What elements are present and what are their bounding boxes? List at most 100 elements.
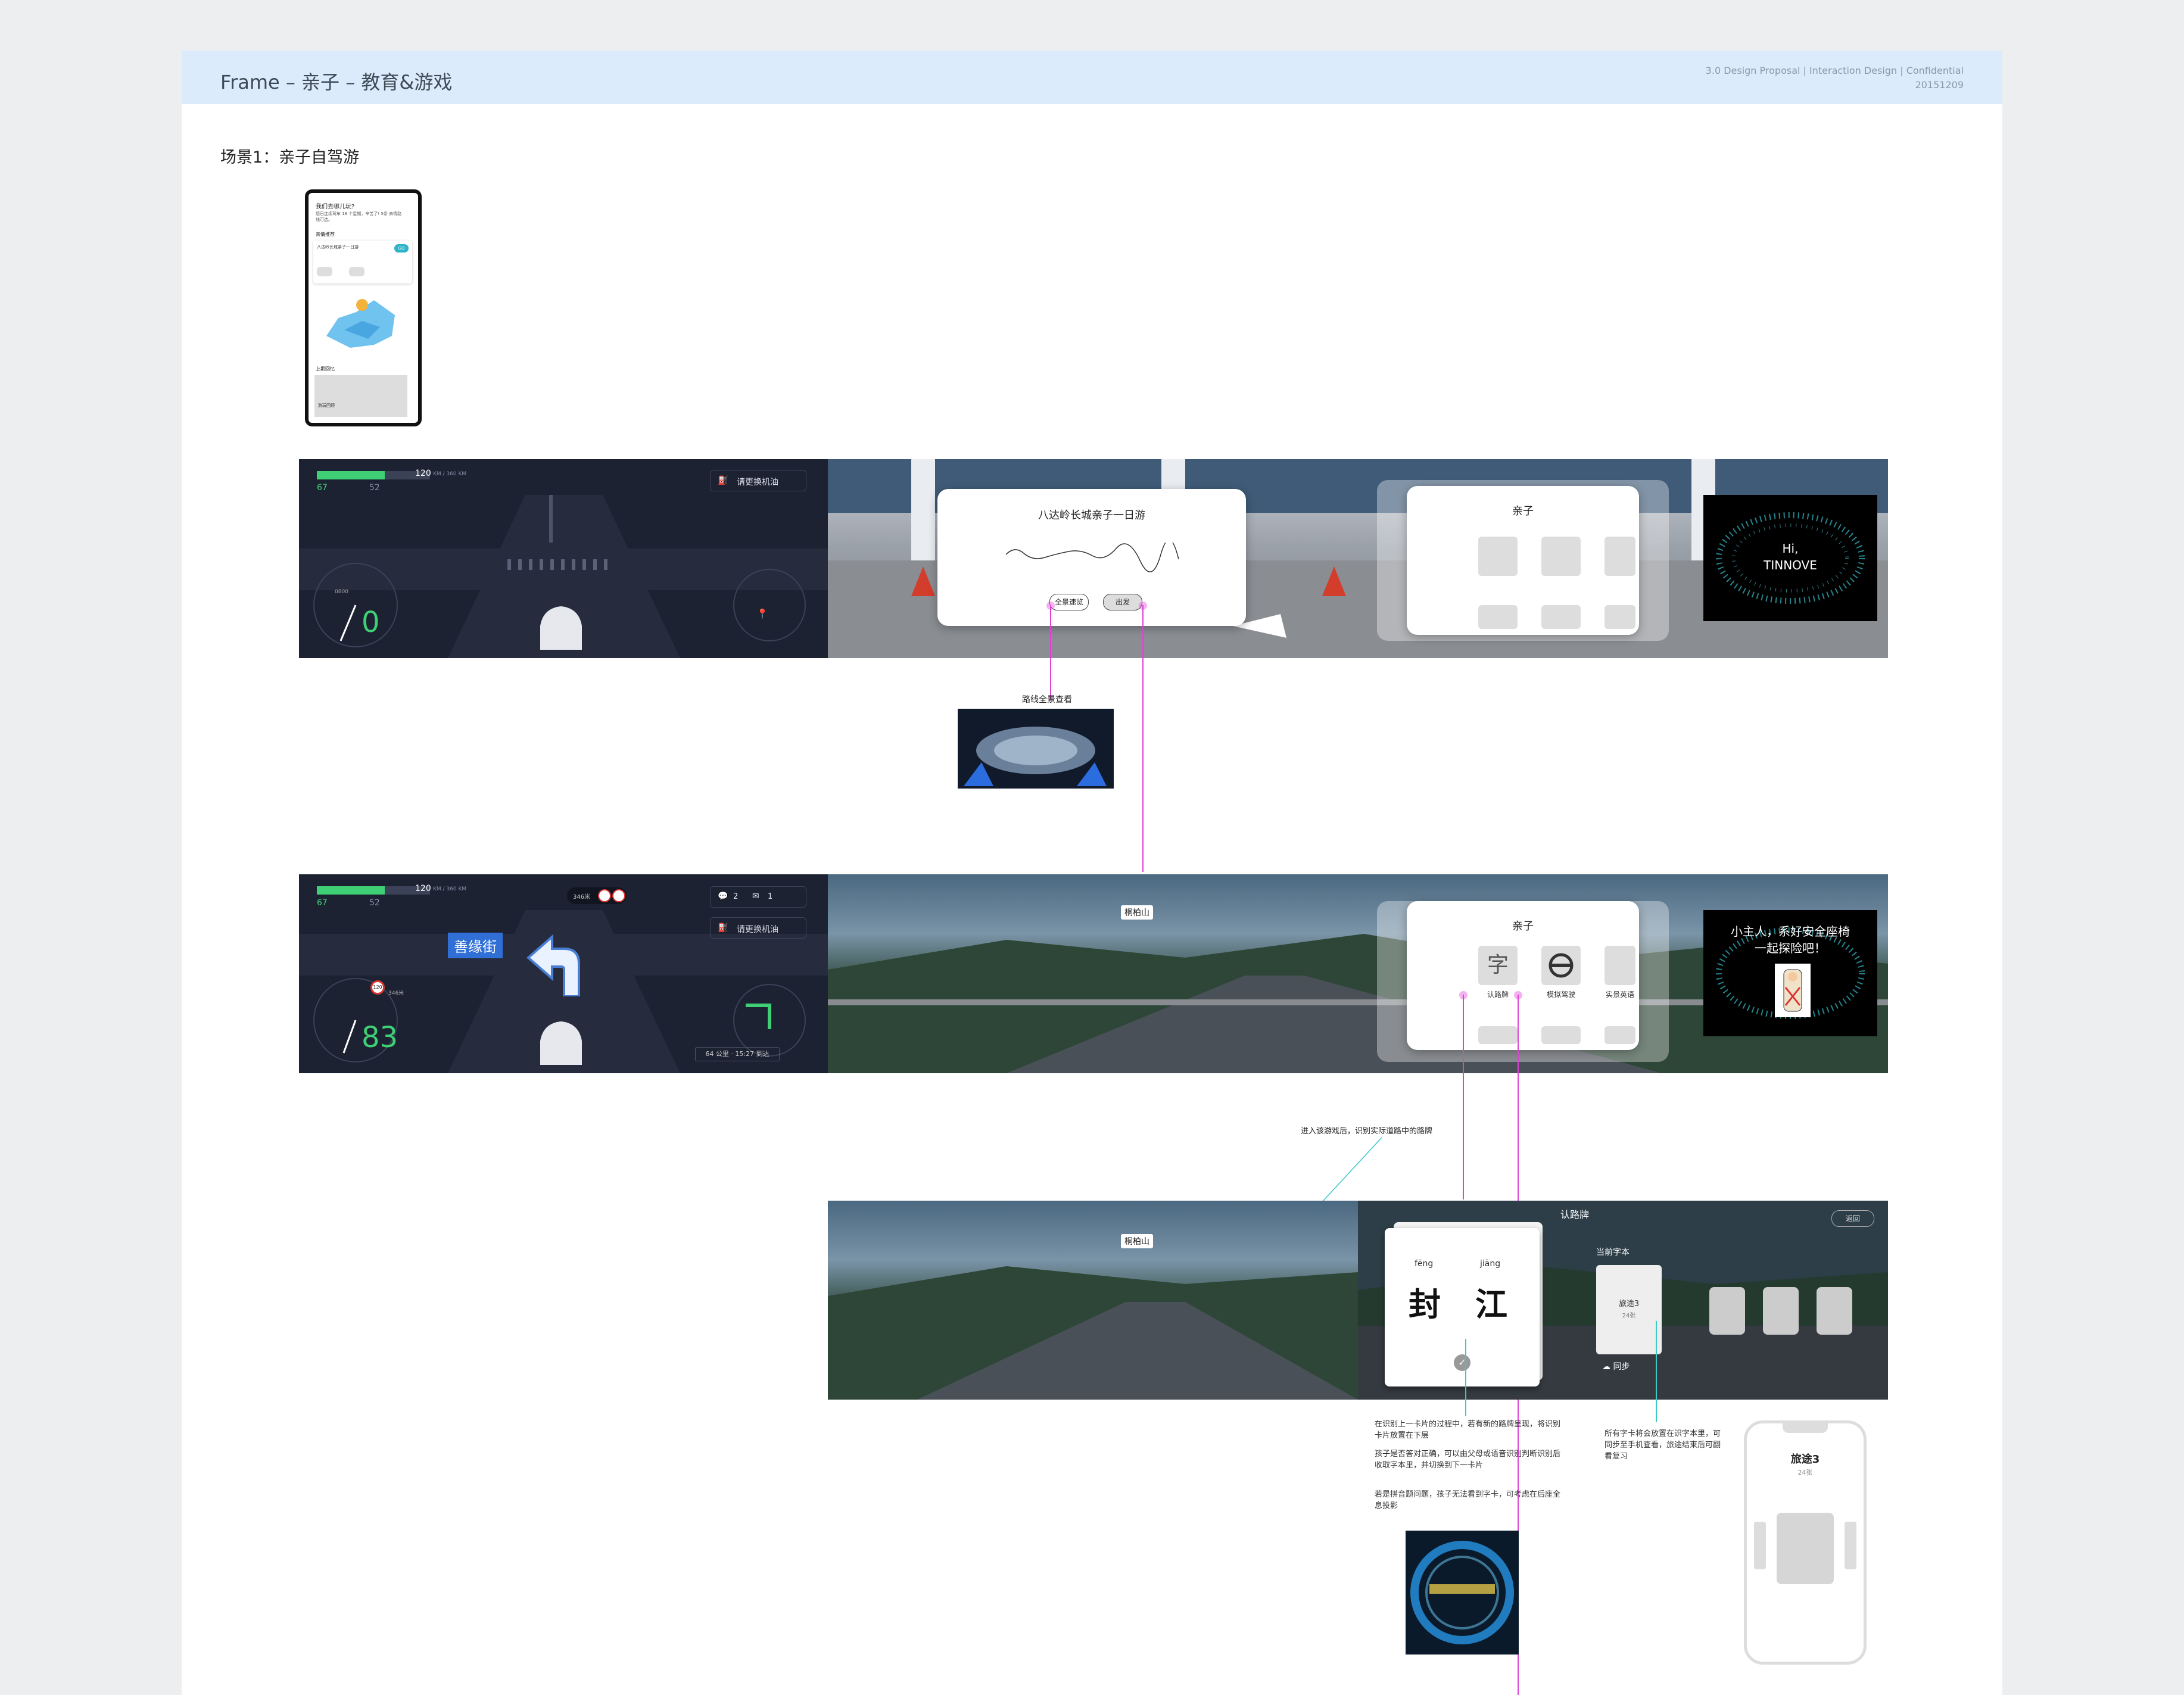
message-indicator[interactable]: 💬 2 ✉ 1 xyxy=(710,886,806,908)
temp-value: 52 xyxy=(369,483,380,493)
trip-go-button[interactable]: GO xyxy=(394,244,409,253)
no-overtake-icon xyxy=(612,889,625,902)
route-dialog: 八达岭长城亲子一日游 全景速览 出发 xyxy=(937,489,1246,626)
trip-thumb xyxy=(349,267,364,276)
word-book-stack[interactable] xyxy=(1817,1287,1852,1335)
family-tile[interactable] xyxy=(1478,605,1518,629)
range-value: 120 xyxy=(415,469,431,478)
go-button[interactable]: 出发 xyxy=(1103,594,1142,610)
family-tile[interactable] xyxy=(1478,1026,1518,1044)
seatbelt-reminder-screen: 小主人，系好安全座椅 一起探险吧！ xyxy=(1703,910,1877,1036)
battery-bar xyxy=(317,886,430,895)
family-panel-title: 亲子 xyxy=(1512,920,1534,933)
family-tile[interactable] xyxy=(1604,537,1635,576)
mobile-card-next[interactable] xyxy=(1845,1522,1856,1569)
live-english-tile[interactable] xyxy=(1604,946,1635,985)
recognize-sign-tile[interactable]: 字 xyxy=(1478,946,1518,985)
mail-count: 1 xyxy=(768,892,773,901)
simulated-driving-tile[interactable] xyxy=(1541,946,1581,985)
tile-label: 模拟驾驶 xyxy=(1546,990,1575,999)
phone-subtitle: 您已连续驾车 18 个星期，辛苦了! 5条 亲情路线可选。 xyxy=(316,211,402,222)
family-panel: 亲子 xyxy=(1407,486,1639,635)
hotspot-dot xyxy=(1139,602,1147,610)
range-unit: KM / 360 KM xyxy=(433,886,467,892)
car-icon xyxy=(540,1021,582,1065)
hologram-photo xyxy=(1406,1531,1519,1655)
speed-value: 0 xyxy=(362,606,380,639)
family-tile[interactable] xyxy=(1541,605,1581,629)
overview-terrain xyxy=(964,727,1107,786)
pinyin-2: jiāng xyxy=(1480,1259,1501,1269)
family-panel: 亲子 字 认路牌 模拟驾驶 实景英语 xyxy=(1407,901,1639,1050)
mobile-card-prev[interactable] xyxy=(1754,1522,1766,1569)
meta-date: 20151209 xyxy=(1915,79,1964,91)
note-answer-check: 孩子是否答对正确，可以由父母或语音识别判断识别后收取字本里，并切换到下一卡片 xyxy=(1375,1450,1561,1470)
back-button[interactable]: 返回 xyxy=(1831,1210,1874,1227)
family-tile[interactable] xyxy=(1604,1026,1635,1044)
hologram-ring xyxy=(1410,1541,1514,1644)
oil-change-alert[interactable]: ⛽ 请更换机油 xyxy=(710,917,806,939)
trip-thumb xyxy=(317,267,332,276)
character-2: 江 xyxy=(1475,1286,1507,1323)
mobile-book-count: 24张 xyxy=(1797,1469,1813,1476)
trip-name: 八达岭长城亲子一日游 xyxy=(317,245,359,250)
tile-label: 实景英语 xyxy=(1605,990,1634,999)
battery-bar xyxy=(317,471,430,479)
word-book-stack[interactable] xyxy=(1709,1287,1745,1335)
hotspot-dot xyxy=(1459,991,1468,999)
word-book-stack[interactable] xyxy=(1763,1287,1799,1335)
overview-preview-image xyxy=(958,709,1114,789)
sync-label: 同步 xyxy=(1613,1362,1630,1372)
car-icon xyxy=(540,606,582,650)
limit-distance: 346米 xyxy=(388,990,404,996)
connector-line xyxy=(1050,605,1051,699)
word-card[interactable]: fēng jiāng 封 江 ✓ xyxy=(1385,1228,1540,1386)
road-sign-label: 桐柏山 xyxy=(1121,1234,1153,1248)
family-tile[interactable] xyxy=(1541,537,1581,576)
character-1: 封 xyxy=(1409,1286,1441,1323)
screen-row-1: 120 KM / 360 KM 67 52 0800 0 ⛽ 请更换机油 📍 八… xyxy=(299,459,1888,658)
word-book[interactable]: 旅途3 24张 xyxy=(1596,1265,1662,1354)
battery-fill xyxy=(317,886,385,895)
family-tile[interactable] xyxy=(1478,537,1518,576)
mobile-word-card[interactable] xyxy=(1777,1513,1834,1584)
turn-arrow-icon xyxy=(526,934,580,996)
camera-icon xyxy=(598,889,611,902)
battery-value: 67 xyxy=(317,898,328,908)
hotspot-dot xyxy=(1046,602,1055,610)
phone-mockup: 我们去哪儿玩? 您已连续驾车 18 个星期，辛苦了! 5条 亲情路线可选。 亲情… xyxy=(305,189,422,426)
sync-button[interactable]: ☁ 同步 xyxy=(1602,1360,1630,1372)
current-book-label: 当前字本 xyxy=(1596,1248,1630,1257)
oil-icon: ⛽ xyxy=(718,923,728,933)
battery-value: 67 xyxy=(317,483,328,493)
route-elevation-line xyxy=(1005,543,1179,572)
speed-value: 83 xyxy=(362,1021,398,1054)
reminder-line2: 一起探险吧！ xyxy=(1755,941,1826,955)
battery-fill xyxy=(317,471,385,479)
gauge-label: 0800 xyxy=(335,589,348,595)
instrument-cluster: 120 KM / 360 KM 67 52 0800 0 ⛽ 请更换机油 📍 xyxy=(299,459,828,658)
oil-icon: ⛽ xyxy=(718,476,728,485)
overview-button[interactable]: 全景速览 xyxy=(1049,594,1089,610)
mobile-sync-mockup: 旅途3 24张 xyxy=(1744,1420,1867,1665)
phone-notch xyxy=(1783,1423,1828,1433)
oil-change-alert[interactable]: ⛽ 请更换机油 xyxy=(710,470,806,491)
memory-card[interactable]: 游玩回顾 xyxy=(314,375,407,417)
family-panel-title: 亲子 xyxy=(1512,505,1534,518)
family-tile[interactable] xyxy=(1604,605,1635,629)
trip-card[interactable]: 八达岭长城亲子一日游 GO xyxy=(313,241,412,283)
reminder-line1: 小主人，系好安全座椅 xyxy=(1731,924,1850,939)
speed-limit-sign: 120 xyxy=(370,980,385,995)
pinyin-1: fēng xyxy=(1415,1259,1434,1269)
welcome-line1: Hi, xyxy=(1782,541,1799,556)
tile-label: 认路牌 xyxy=(1487,990,1509,999)
confirm-check-icon[interactable]: ✓ xyxy=(1454,1354,1470,1371)
family-tile[interactable] xyxy=(1541,1026,1581,1044)
highway-scene xyxy=(828,1266,1358,1400)
oil-prompt: 请更换机油 xyxy=(737,478,778,487)
memory-title: 游玩回顾 xyxy=(318,403,335,408)
street-name-label: 善缘街 xyxy=(448,933,503,958)
cloud-icon: ☁ xyxy=(1602,1362,1610,1372)
route-title: 八达岭长城亲子一日游 xyxy=(1038,509,1145,522)
screen-row-3: 桐柏山 认路牌 返回 fēng jiāng 封 江 ✓ 当前字本 旅途3 24张… xyxy=(828,1201,1888,1400)
